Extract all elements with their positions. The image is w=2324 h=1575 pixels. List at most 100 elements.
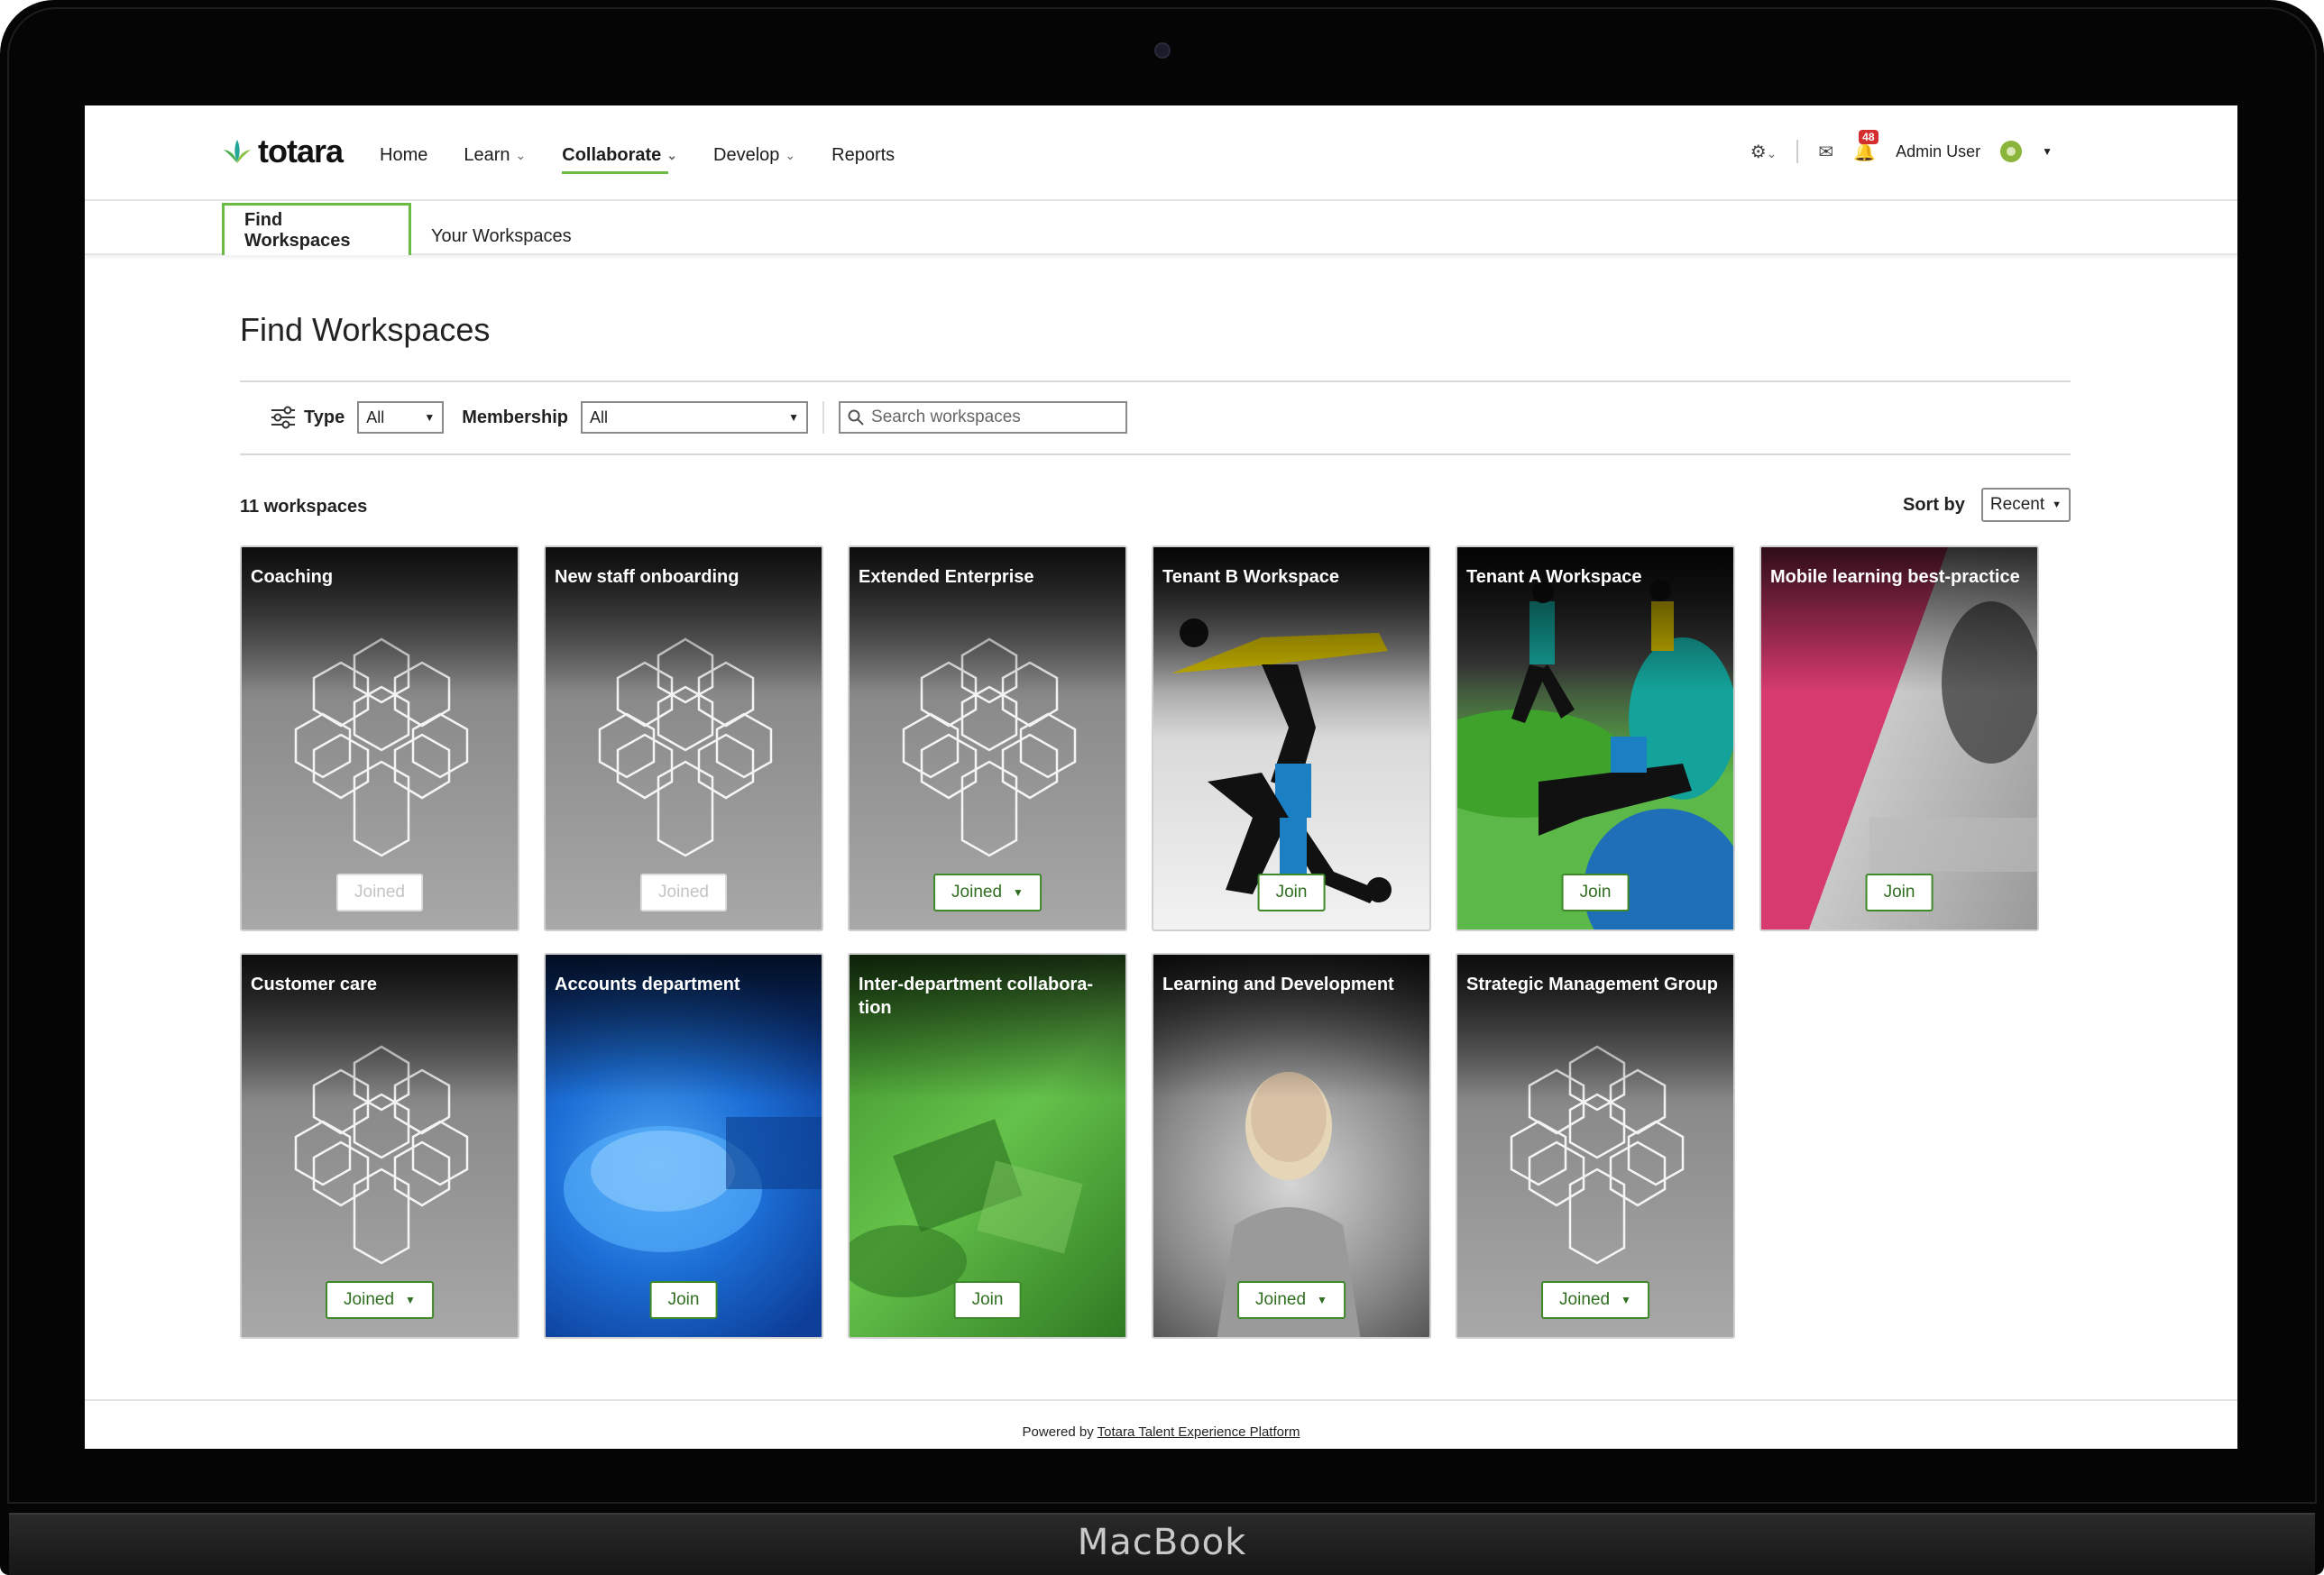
- nav-label: Learn: [464, 144, 510, 165]
- button-label: Joined: [344, 1290, 395, 1309]
- device-brand-label: MacBook: [1077, 1522, 1247, 1563]
- sort-value: Recent: [1989, 495, 2045, 514]
- join-button[interactable]: Join: [1865, 874, 1934, 911]
- workspace-card[interactable]: Inter-department collabora- tion Join: [848, 953, 1127, 1339]
- avatar[interactable]: [2000, 141, 2023, 162]
- joined-dropdown-button[interactable]: Joined ▼: [1237, 1281, 1346, 1319]
- button-label: Join: [1275, 883, 1308, 902]
- button-label: Joined: [1255, 1290, 1307, 1309]
- workspace-title: Strategic Management Group: [1466, 975, 1718, 994]
- button-label: Joined: [951, 883, 1003, 902]
- gear-icon[interactable]: ⚙⌄: [1750, 141, 1777, 163]
- workspace-card[interactable]: Tenant B Workspace Join: [1152, 545, 1431, 931]
- caret-down-icon: ▼: [2052, 499, 2062, 510]
- main-nav: Home Learn ⌄ Collaborate ⌄ Develop ⌄ Report…: [380, 140, 931, 174]
- workspace-card[interactable]: Coaching Joined: [240, 545, 519, 931]
- workspace-card[interactable]: New staff onboarding Joined: [544, 545, 823, 931]
- workspace-title: Learning and Development: [1162, 975, 1394, 994]
- membership-select[interactable]: All ▼: [581, 401, 809, 434]
- mail-icon[interactable]: ✉: [1818, 141, 1833, 163]
- search-icon: [848, 409, 864, 426]
- user-name[interactable]: Admin User: [1896, 142, 1980, 161]
- button-label: Joined: [1559, 1290, 1611, 1309]
- caret-down-icon: ▼: [788, 411, 800, 424]
- laptop-frame: totara Home Learn ⌄ Collaborate ⌄ Develop ⌄…: [0, 0, 2324, 1575]
- workspace-card[interactable]: Accounts department Join: [544, 953, 823, 1339]
- footer-prefix: Powered by: [1022, 1424, 1094, 1440]
- sort-label: Sort by: [1903, 494, 1965, 515]
- caret-down-icon: ▼: [1317, 1294, 1327, 1306]
- sort-control: Sort by Recent ▼: [1903, 488, 2071, 522]
- search-input[interactable]: Search workspaces: [839, 401, 1128, 434]
- chevron-down-icon: ⌄: [666, 147, 678, 162]
- footer: Powered by Totara Talent Experience Plat…: [85, 1399, 2237, 1449]
- filter-bar: Type All ▼ Membership All ▼ Search workspa…: [270, 401, 1128, 434]
- camera-icon: [1154, 42, 1171, 59]
- join-button[interactable]: Join: [1257, 874, 1326, 911]
- divider: [822, 401, 825, 434]
- type-select[interactable]: All ▼: [357, 401, 445, 434]
- membership-select-value: All: [590, 407, 609, 426]
- joined-button[interactable]: Joined: [336, 874, 423, 911]
- tab-your-workspaces[interactable]: Your Workspaces: [411, 210, 592, 262]
- workspace-card[interactable]: Tenant A Workspace Join: [1456, 545, 1735, 931]
- browser-screen: totara Home Learn ⌄ Collaborate ⌄ Develop ⌄…: [85, 105, 2237, 1449]
- join-button[interactable]: Join: [953, 1281, 1022, 1319]
- joined-dropdown-button[interactable]: Joined ▼: [1541, 1281, 1649, 1319]
- button-label: Joined: [354, 883, 405, 902]
- button-label: Join: [1883, 883, 1915, 902]
- workspace-title: Tenant B Workspace: [1162, 567, 1339, 587]
- workspace-card[interactable]: Strategic Management Group Joined ▼: [1456, 953, 1735, 1339]
- workspace-card[interactable]: Learning and Development Joined ▼: [1152, 953, 1431, 1339]
- caret-down-icon: ▼: [424, 411, 436, 424]
- workspace-title: Tenant A Workspace: [1466, 567, 1642, 587]
- workspace-tabs: Find Workspaces Your Workspaces: [85, 203, 2237, 255]
- joined-button[interactable]: Joined: [640, 874, 727, 911]
- join-button[interactable]: Join: [1561, 874, 1630, 911]
- leaf-logo-icon: [224, 140, 251, 163]
- workspace-title: Extended Enterprise: [859, 567, 1034, 587]
- joined-dropdown-button[interactable]: Joined ▼: [326, 1281, 434, 1319]
- footer-link[interactable]: Totara Talent Experience Platform: [1098, 1424, 1300, 1440]
- chevron-down-icon: ⌄: [1766, 145, 1777, 160]
- bell-icon[interactable]: 🔔 48: [1853, 129, 1878, 163]
- top-navigation-bar: totara Home Learn ⌄ Collaborate ⌄ Develop ⌄…: [85, 105, 2237, 201]
- nav-develop[interactable]: Develop ⌄: [713, 140, 795, 170]
- caret-down-icon: ▼: [1621, 1294, 1631, 1306]
- workspace-card[interactable]: Mobile learning best-practice Join: [1759, 545, 2039, 931]
- chevron-down-icon: ⌄: [515, 147, 527, 162]
- type-select-value: All: [366, 407, 385, 426]
- workspace-title: Inter-department collabora- tion: [859, 975, 1094, 1018]
- nav-label: Home: [380, 144, 428, 165]
- nav-label: Reports: [831, 144, 896, 165]
- filter-sliders-icon: [271, 406, 295, 429]
- caret-down-icon: ▼: [1013, 886, 1024, 899]
- nav-label: Develop: [713, 144, 780, 165]
- sort-select[interactable]: Recent ▼: [1980, 488, 2071, 522]
- workspace-title: Customer care: [251, 975, 378, 994]
- notification-badge: 48: [1859, 129, 1878, 144]
- tab-find-workspaces[interactable]: Find Workspaces: [222, 203, 411, 255]
- nav-reports[interactable]: Reports: [831, 140, 895, 170]
- totara-logo[interactable]: totara: [222, 133, 344, 170]
- workspace-card[interactable]: Extended Enterprise Joined ▼: [848, 545, 1127, 931]
- workspace-card[interactable]: Customer care Joined ▼: [240, 953, 519, 1339]
- nav-collaborate[interactable]: Collaborate ⌄: [562, 140, 678, 174]
- nav-home[interactable]: Home: [380, 140, 427, 170]
- workspace-title: Mobile learning best-practice: [1770, 567, 2020, 587]
- caret-down-icon: ▼: [405, 1294, 416, 1306]
- type-label: Type: [304, 407, 345, 427]
- divider: [240, 453, 2071, 455]
- workspace-title: Accounts department: [555, 975, 740, 994]
- join-button[interactable]: Join: [649, 1281, 718, 1319]
- joined-dropdown-button[interactable]: Joined ▼: [933, 874, 1042, 911]
- nav-learn[interactable]: Learn ⌄: [464, 140, 526, 170]
- workspace-count: 11 workspaces: [240, 497, 368, 517]
- button-label: Join: [971, 1290, 1004, 1309]
- search-placeholder: Search workspaces: [871, 407, 1021, 426]
- divider: [1796, 140, 1799, 163]
- divider: [240, 380, 2071, 382]
- logo-text: totara: [258, 133, 344, 169]
- header-tools: ⚙⌄ ✉ 🔔 48 Admin User ▼: [1750, 129, 2053, 163]
- caret-down-icon[interactable]: ▼: [2042, 145, 2053, 158]
